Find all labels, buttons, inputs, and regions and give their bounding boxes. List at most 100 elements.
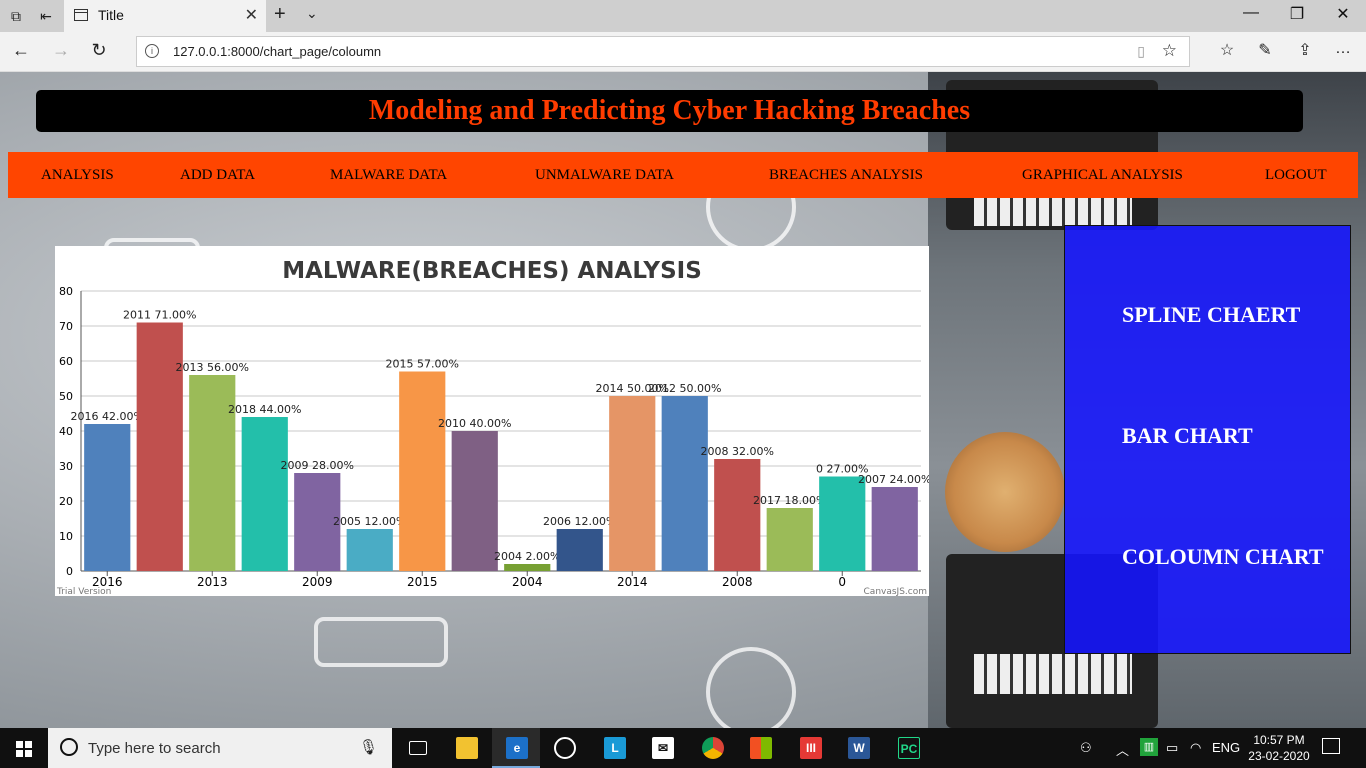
y-tick-label: 80 [59,285,73,298]
y-tick-label: 40 [59,425,73,438]
data-label: 2007 24.00% [858,473,929,486]
nav-graphical-analysis[interactable]: GRAPHICAL ANALYSIS [1022,152,1183,198]
tray-app-icon[interactable]: ▥ [1140,738,1158,756]
chart-bar [871,487,918,571]
chart-bar [819,476,866,571]
tab-title: Title [98,7,124,23]
web-page: Modeling and Predicting Cyber Hacking Br… [0,72,1366,728]
nav-breaches-analysis[interactable]: BREACHES ANALYSIS [769,152,923,198]
close-tab-icon[interactable]: ✕ [245,5,258,25]
chart-bar [556,529,603,571]
x-tick-label: 2009 [302,575,333,589]
new-tab-button[interactable]: + [274,3,286,26]
people-icon[interactable]: ⚇ [1080,740,1092,756]
tab-actions-icon[interactable]: ⧉ [6,6,26,26]
chrome-icon[interactable] [688,728,736,768]
x-tick-label: 0 [838,575,846,589]
notes-pen-icon[interactable]: ✎ [1252,40,1278,60]
bar-chart-link[interactable]: BAR CHART [1122,423,1253,449]
tab-list-chevron-icon[interactable]: ⌄ [306,5,318,22]
page-icon [74,9,88,21]
reading-view-icon[interactable]: ▯ [1137,43,1145,60]
chart-bar [609,396,656,571]
nav-analysis[interactable]: ANALYSIS [41,152,114,198]
data-label: 2010 40.00% [438,417,511,430]
data-label: 2012 50.00% [648,382,721,395]
url-text[interactable]: 127.0.0.1:8000/chart_page/coloumn [173,44,381,59]
browser-tab[interactable]: Title ✕ [64,0,266,32]
mail-icon[interactable]: ✉ [638,728,686,768]
nav-logout[interactable]: LOGOUT [1265,152,1327,198]
y-tick-label: 30 [59,460,73,473]
clock-time: 10:57 PM [1253,733,1305,747]
data-label: 2011 71.00% [123,309,196,322]
nav-malware-data[interactable]: MALWARE DATA [330,152,447,198]
red-app-icon[interactable]: III [786,728,834,768]
more-icon[interactable]: … [1330,40,1356,58]
data-label: 2018 44.00% [228,403,301,416]
minimize-button[interactable]: — [1236,4,1266,22]
taskbar-search[interactable]: Type here to search 🎙 [48,728,392,768]
store-icon[interactable] [736,728,784,768]
pycharm-icon[interactable]: PC [884,728,932,768]
trial-version-label: Trial Version [56,587,111,596]
tray-chevron-icon[interactable]: ︿ [1116,740,1129,759]
file-explorer-icon[interactable] [442,728,490,768]
column-chart-link[interactable]: COLOUMN CHART [1122,544,1324,570]
chart-canvas: MALWARE(BREACHES) ANALYSIS 0 10 20 30 40 50 60 7… [56,258,929,596]
clock-date: 23-02-2020 [1248,749,1310,763]
y-tick-label: 10 [59,530,73,543]
action-center-icon[interactable] [1322,738,1340,754]
edge-browser-icon[interactable]: e [492,728,540,768]
y-tick-label: 70 [59,320,73,333]
task-view-button[interactable] [394,728,442,768]
data-label: 2009 28.00% [281,459,354,472]
chart-bar [84,424,131,571]
address-bar[interactable]: i 127.0.0.1:8000/chart_page/coloumn ▯ ☆ [136,36,1190,67]
back-button[interactable]: ← [8,40,34,61]
person-hair-image [945,432,1065,552]
start-button[interactable] [0,728,48,768]
share-icon[interactable]: ⇪ [1292,40,1318,60]
site-info-icon[interactable]: i [145,44,159,58]
wifi-icon[interactable]: ◠ [1190,740,1201,756]
header-banner: Modeling and Predicting Cyber Hacking Br… [36,90,1303,132]
y-tick-label: 50 [59,390,73,403]
column-chart: MALWARE(BREACHES) ANALYSIS 0 10 20 30 40 50 60 7… [55,246,929,596]
nav-add-data[interactable]: ADD DATA [180,152,255,198]
restore-button[interactable]: ❐ [1282,4,1312,24]
cortana-icon [60,738,78,756]
nav-unmalware-data[interactable]: UNMALWARE DATA [535,152,674,198]
user-decoration-icon [706,647,796,728]
data-label: 2016 42.00% [71,410,144,423]
forward-button[interactable]: → [48,40,74,61]
refresh-button[interactable]: ↻ [86,40,112,61]
clock[interactable]: 10:57 PM 23-02-2020 [1244,732,1314,764]
language-indicator[interactable]: ENG [1212,740,1240,755]
chart-bar [346,529,393,571]
window-close-button[interactable]: ✕ [1328,4,1358,24]
x-tick-label: 2015 [407,575,438,589]
microphone-icon[interactable]: 🎙 [359,738,378,756]
word-icon[interactable]: W [834,728,882,768]
favorite-star-icon[interactable]: ☆ [1162,41,1177,61]
page-title: Modeling and Predicting Cyber Hacking Br… [368,95,971,126]
data-label: 2008 32.00% [701,445,774,458]
set-tabs-aside-icon[interactable]: ⇤ [36,6,56,26]
battery-icon[interactable]: ▭ [1166,740,1178,756]
y-tick-label: 0 [66,565,73,578]
data-label: 2017 18.00% [753,494,826,507]
chart-bar [504,564,551,571]
favorites-icon[interactable]: ☆ [1214,40,1240,60]
data-label: 2005 12.00% [333,515,406,528]
l-app-icon[interactable]: L [590,728,638,768]
spline-chart-link[interactable]: SPLINE CHAERT [1122,302,1300,328]
browser-tab-bar: ⧉ ⇤ Title ✕ + ⌄ — ❐ ✕ [0,0,1366,32]
windows-taskbar: Type here to search 🎙 e L ✉ III W PC ⚇ ︿… [0,728,1366,768]
data-label: 2013 56.00% [176,361,249,374]
media-app-icon[interactable] [540,728,588,768]
y-tick-label: 60 [59,355,73,368]
chart-bar [714,459,761,571]
data-label: 2015 57.00% [386,358,459,371]
chart-bar [661,396,708,571]
